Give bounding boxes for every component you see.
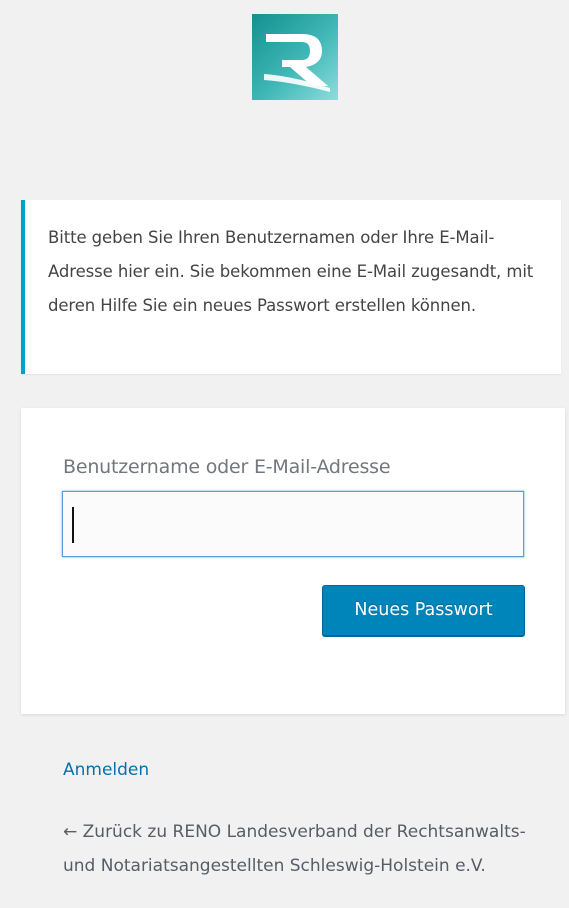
username-email-label: Benutzername oder E-Mail-Adresse — [63, 456, 391, 478]
info-message: Bitte geben Sie Ihren Benutzernamen oder… — [21, 200, 561, 374]
back-to-site-link[interactable]: ← Zurück zu RENO Landesverband der Recht… — [63, 815, 543, 883]
login-link[interactable]: Anmelden — [63, 760, 149, 780]
text-caret — [72, 507, 74, 543]
lost-password-form: Benutzername oder E-Mail-Adresse Neues P… — [21, 408, 565, 714]
username-email-input[interactable] — [62, 491, 524, 557]
site-logo[interactable] — [252, 14, 338, 100]
reno-r-logo-icon — [252, 14, 338, 100]
login-page: Bitte geben Sie Ihren Benutzernamen oder… — [8, 0, 569, 908]
new-password-button[interactable]: Neues Passwort — [322, 585, 525, 636]
info-message-text: Bitte geben Sie Ihren Benutzernamen oder… — [48, 228, 534, 315]
